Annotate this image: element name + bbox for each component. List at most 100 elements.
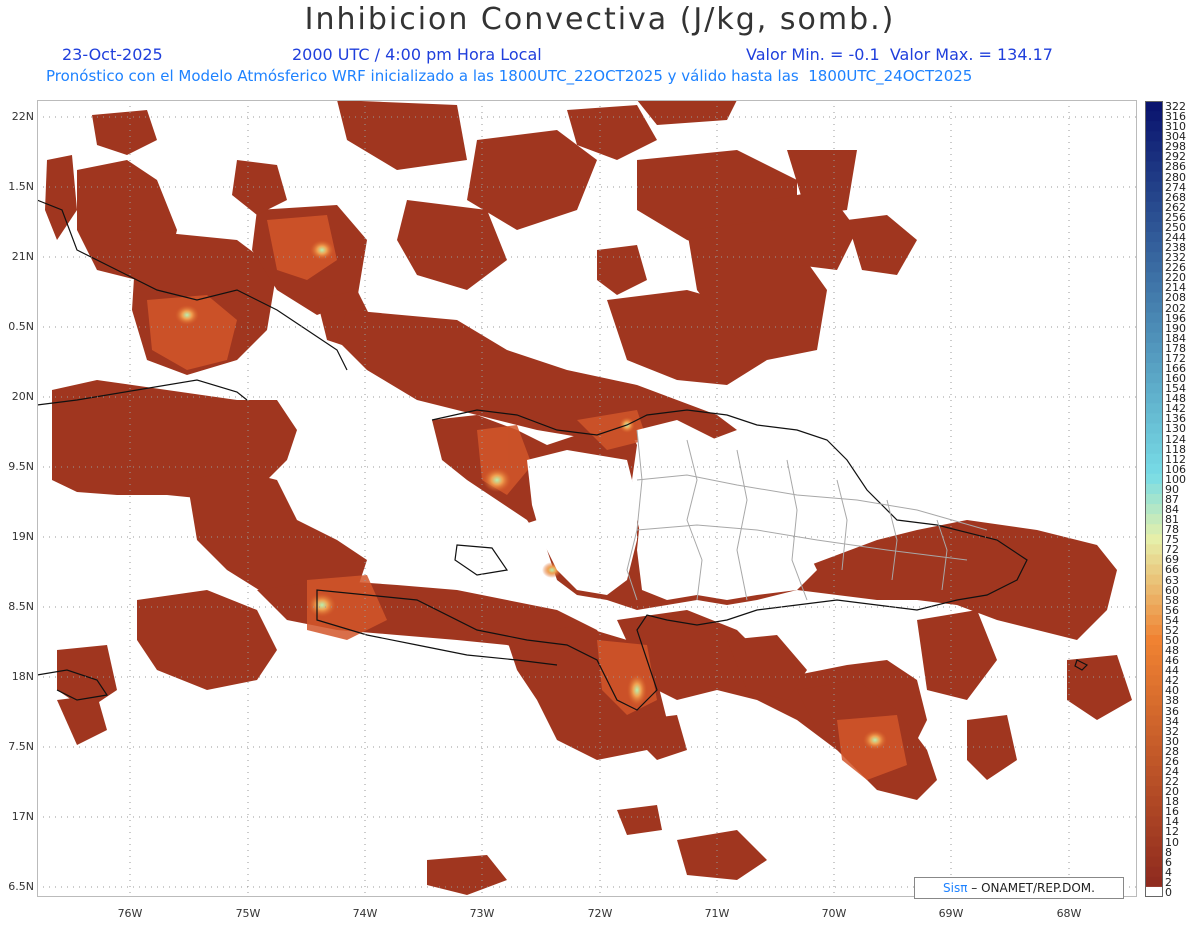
color-scale-swatch [1145,685,1163,696]
color-scale-swatch [1145,262,1163,273]
color-scale-swatch [1145,151,1163,162]
lat-label: 21N [11,250,34,263]
lat-label: 1.5N [8,180,34,193]
color-scale-swatch [1145,725,1163,737]
color-scale-swatch [1145,362,1163,374]
color-scale-swatch [1145,221,1163,233]
color-scale-swatch [1145,645,1163,656]
lon-label: 70W [821,907,847,920]
lat-label: 6.5N [8,880,34,893]
lat-label: 7.5N [8,740,34,753]
color-scale-swatch [1145,786,1163,797]
color-scale-swatch [1145,806,1163,817]
color-scale-swatch [1145,373,1163,384]
lat-label: 17N [11,810,34,823]
color-scale-swatch [1145,604,1163,616]
color-scale-swatch [1145,564,1163,576]
color-scale-swatch [1145,695,1163,707]
color-scale-swatch [1145,191,1163,203]
color-scale-swatch [1145,594,1163,606]
lat-label: 0.5N [8,320,34,333]
color-scale-swatch [1145,836,1163,848]
lon-label: 73W [469,907,495,920]
color-scale-swatch [1145,584,1163,596]
cin-field [37,100,1137,897]
color-scale-swatch [1145,665,1163,676]
color-scale-swatch [1145,755,1163,767]
color-scale-swatch [1145,443,1163,455]
color-scale-swatch [1145,111,1163,122]
color-scale-swatch [1145,473,1163,485]
color-scale-swatch [1145,766,1163,777]
color-scale-swatch [1145,322,1163,334]
lon-label: 71W [704,907,730,920]
lat-label: 20N [11,390,34,403]
lat-label: 8.5N [8,600,34,613]
lat-label: 18N [11,670,34,683]
color-scale-swatch [1145,121,1163,132]
color-scale-swatch [1145,624,1163,636]
credit-box: Sisπ – ONAMET/REP.DOM. [914,877,1124,899]
lon-label: 75W [235,907,261,920]
color-scale-swatch [1145,403,1163,414]
color-scale-swatch [1145,534,1163,545]
credit-org: – ONAMET/REP.DOM. [967,881,1095,895]
color-scale-swatch [1145,493,1163,505]
sispi-logo-text: Sisπ [943,881,968,895]
color-scale-swatch [1145,876,1163,888]
lon-label: 69W [938,907,964,920]
color-scale-swatch [1145,101,1163,112]
color-scale-swatch [1145,282,1163,293]
color-scale-swatch [1145,201,1163,213]
color-scale-swatch [1145,211,1163,223]
color-scale-swatch [1145,181,1163,193]
color-scale-swatch [1145,393,1163,404]
color-scale-swatch [1145,826,1163,838]
color-scale-label: 0 [1165,885,1172,899]
color-scale-swatch [1145,544,1163,555]
color-scale-swatch [1145,312,1163,324]
color-scale-swatch [1145,635,1163,646]
color-scale-swatch [1145,504,1163,515]
lat-label: 9.5N [8,460,34,473]
color-scale-swatch [1145,161,1163,173]
color-scale-swatch [1145,655,1163,666]
color-scale-swatch [1145,242,1163,253]
model-subtitle: Pronóstico con el Modelo Atmósferico WRF… [46,67,973,85]
forecast-time: 2000 UTC / 4:00 pm Hora Local [292,45,542,64]
color-scale-swatch [1145,171,1163,183]
color-scale-swatch [1145,383,1163,394]
color-scale-swatch [1145,886,1163,897]
color-scale-swatch [1145,423,1163,435]
color-scale-swatch [1145,554,1163,565]
color-scale-swatch [1145,463,1163,475]
color-scale-swatch [1145,332,1163,344]
color-scale-swatch [1145,856,1163,868]
color-scale-swatch [1145,796,1163,807]
color-scale-bar [1145,101,1163,897]
color-scale-swatch [1145,745,1163,757]
color-scale-swatch [1145,514,1163,525]
color-scale-swatch [1145,413,1163,424]
color-scale-swatch [1145,272,1163,283]
lat-label: 19N [11,530,34,543]
lon-label: 74W [352,907,378,920]
color-scale-swatch [1145,776,1163,787]
color-scale-swatch [1145,524,1163,535]
value-range: Valor Min. = -0.1 Valor Max. = 134.17 [746,45,1053,64]
color-scale-swatch [1145,735,1163,747]
color-scale-swatch [1145,705,1163,717]
color-scale-swatch [1145,483,1163,495]
color-scale-swatch [1145,252,1163,263]
color-scale-swatch [1145,433,1163,445]
lon-label: 68W [1056,907,1082,920]
color-scale-swatch [1145,231,1163,243]
color-scale-swatch [1145,342,1163,354]
lon-label: 76W [117,907,143,920]
color-scale-swatch [1145,816,1163,827]
color-scale-swatch [1145,846,1163,858]
color-scale-swatch [1145,574,1163,586]
color-scale-swatch [1145,292,1163,304]
color-scale-swatch [1145,866,1163,878]
color-scale-swatch [1145,614,1163,626]
